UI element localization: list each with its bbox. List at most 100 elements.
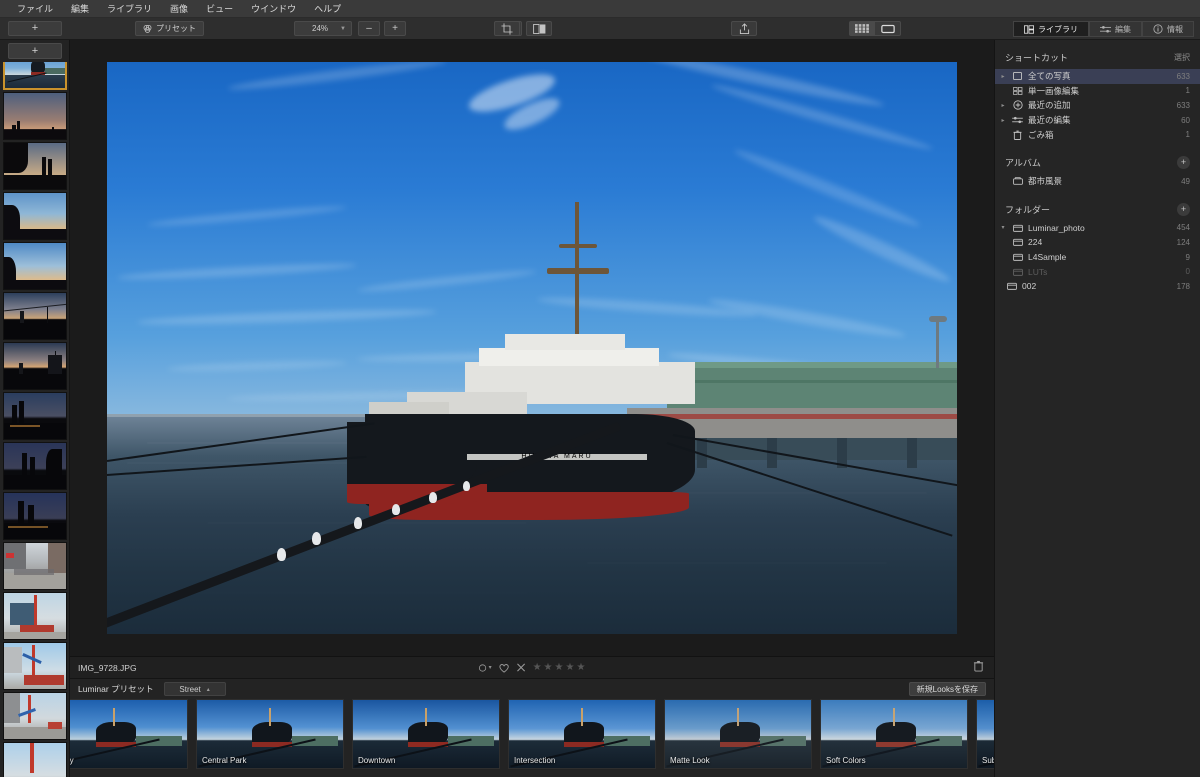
preset-downtown[interactable]: Downtown	[352, 699, 500, 769]
star-rating[interactable]: ★ ★ ★ ★ ★	[533, 662, 586, 673]
sidebar-item-recently-edited[interactable]: ▸ 最近の編集 60	[995, 113, 1200, 128]
thumb-image	[4, 593, 66, 639]
thumb-image	[4, 693, 66, 739]
thumb-cathedral-night-1[interactable]	[3, 392, 67, 440]
sidebar-item-recently-added[interactable]: ▸ 最近の追加 633	[995, 98, 1200, 113]
sidebar-folder-224[interactable]: 224 124	[995, 235, 1200, 250]
crop-button[interactable]	[494, 21, 520, 36]
favorite-heart-icon[interactable]	[499, 663, 510, 673]
photo-seagull	[312, 532, 321, 545]
crop-icon	[501, 22, 513, 35]
preset-soft-colors[interactable]: Soft Colors	[820, 699, 968, 769]
thumb-cathedral-night-3[interactable]	[3, 492, 67, 540]
sidebar-item-single-image-edit[interactable]: 単一画像編集 1	[995, 84, 1200, 99]
sidebar-folder-luminar-photo[interactable]: ▾ Luminar_photo 454	[995, 221, 1200, 236]
add-photos-button[interactable]: +	[8, 21, 62, 36]
thumb-fairground-red-3[interactable]	[3, 692, 67, 740]
add-folder-button[interactable]: +	[8, 43, 62, 59]
thumb-image	[4, 93, 66, 139]
sidebar-folder-luts[interactable]: LUTs 0	[995, 264, 1200, 279]
preset-subway[interactable]: Subway	[976, 699, 994, 769]
menu-bar: ファイル 編集 ライブラリ 画像 ビュー ウインドウ ヘルプ	[0, 0, 1200, 18]
tab-library[interactable]: ライブラリ	[1013, 21, 1089, 37]
star-3[interactable]: ★	[555, 662, 564, 673]
menu-edit[interactable]: 編集	[62, 0, 98, 18]
thumb-cathedral-silhouette[interactable]	[3, 142, 67, 190]
preset-big-city[interactable]: Big City	[70, 699, 188, 769]
sidebar-item-label: 最近の追加	[1028, 100, 1071, 111]
image-canvas[interactable]: HIKAWA MARU	[70, 40, 994, 656]
thumb-sunset-skyline-1[interactable]	[3, 92, 67, 140]
star-2[interactable]: ★	[544, 662, 553, 673]
delete-photo-button[interactable]	[973, 659, 984, 677]
sidebar-folder-002[interactable]: 002 178	[995, 279, 1200, 294]
rating-controls: ▾ ★ ★ ★ ★ ★	[478, 662, 586, 673]
disclosure-caret-icon[interactable]: ▾	[999, 224, 1007, 231]
thumb-fairground-red-1[interactable]	[3, 592, 67, 640]
sidebar-item-count: 1	[1185, 86, 1190, 96]
thumb-city-street-crowd[interactable]	[3, 542, 67, 590]
main-photo[interactable]: HIKAWA MARU	[107, 62, 957, 634]
preset-button[interactable]: プリセット	[135, 21, 204, 36]
tab-info[interactable]: 情報	[1142, 21, 1194, 37]
star-5[interactable]: ★	[576, 662, 585, 673]
info-icon	[1153, 24, 1163, 34]
thumb-railway-dusk-1[interactable]	[3, 292, 67, 340]
thumb-fairground-red-4[interactable]	[3, 742, 67, 777]
shortcuts-select-action[interactable]: 選択	[1174, 52, 1190, 63]
star-4[interactable]: ★	[565, 662, 574, 673]
main-toolbar: + プリセット 24% ▼ – + ライブラリ 編集 情報	[0, 18, 1200, 40]
color-label-icon	[478, 663, 487, 672]
save-new-looks-button[interactable]: 新規Looksを保存	[908, 682, 986, 696]
menu-view[interactable]: ビュー	[197, 0, 242, 18]
preset-matte-look[interactable]: Matte Look	[664, 699, 812, 769]
plus-icon: +	[392, 23, 398, 34]
tab-edit[interactable]: 編集	[1089, 21, 1142, 37]
trash-icon	[973, 660, 984, 671]
sidebar-item-trash[interactable]: ごみ箱 1	[995, 127, 1200, 142]
preset-list[interactable]: Big City Central Park	[70, 699, 994, 769]
plus-icon: +	[1180, 204, 1187, 215]
menu-image[interactable]: 画像	[161, 0, 197, 18]
sidebar-item-count: 124	[1176, 237, 1190, 247]
thumb-railway-dusk-2[interactable]	[3, 342, 67, 390]
preset-central-park[interactable]: Central Park	[196, 699, 344, 769]
color-label-dropdown[interactable]: ▾	[478, 663, 492, 672]
sidebar-album-cityscape[interactable]: 都市風景 49	[995, 174, 1200, 189]
menu-window[interactable]: ウインドウ	[242, 0, 305, 18]
add-album-button[interactable]: +	[1177, 155, 1190, 169]
zoom-out-button[interactable]: –	[358, 21, 380, 36]
sidebar-item-label: 都市風景	[1028, 176, 1063, 187]
thumb-twilight-sky-1[interactable]	[3, 192, 67, 240]
thumb-cathedral-night-2[interactable]	[3, 442, 67, 490]
grid-view-button[interactable]	[849, 21, 875, 36]
sidebar-folder-l4sample[interactable]: L4Sample 9	[995, 250, 1200, 265]
tab-library-label: ライブラリ	[1038, 24, 1078, 34]
plus-icon: +	[31, 45, 39, 57]
menu-file[interactable]: ファイル	[8, 0, 62, 18]
filmstrip-thumbnails	[0, 40, 69, 777]
single-view-button[interactable]	[875, 21, 901, 36]
reject-x-icon[interactable]	[517, 663, 526, 672]
add-folder-button[interactable]: +	[1177, 202, 1190, 216]
share-export-button[interactable]	[731, 21, 757, 36]
zoom-in-button[interactable]: +	[384, 21, 406, 36]
preset-category-dropdown[interactable]: Street ▴	[163, 682, 226, 696]
menu-library[interactable]: ライブラリ	[98, 0, 161, 18]
disclosure-caret-icon[interactable]: ▸	[999, 117, 1007, 124]
filmstrip[interactable]: +	[0, 40, 70, 777]
sidebar-item-label: 224	[1028, 237, 1043, 248]
sidebar-item-count: 49	[1181, 176, 1190, 186]
thumb-fairground-red-2[interactable]	[3, 642, 67, 690]
disclosure-caret-icon[interactable]: ▸	[999, 102, 1007, 109]
preset-big-city-label: Big City	[70, 756, 74, 765]
thumb-twilight-sky-2[interactable]	[3, 242, 67, 290]
sidebar-item-all-photos[interactable]: ▸ 全ての写真 633	[995, 69, 1200, 84]
star-1[interactable]: ★	[533, 662, 542, 673]
disclosure-caret-icon[interactable]: ▸	[999, 73, 1007, 80]
preset-intersection[interactable]: Intersection	[508, 699, 656, 769]
menu-help[interactable]: ヘルプ	[305, 0, 350, 18]
photo-info-bar: IMG_9728.JPG ▾ ★ ★ ★ ★ ★	[70, 656, 994, 678]
compare-view-button[interactable]	[526, 21, 552, 36]
zoom-level-dropdown[interactable]: 24% ▼	[294, 21, 352, 36]
